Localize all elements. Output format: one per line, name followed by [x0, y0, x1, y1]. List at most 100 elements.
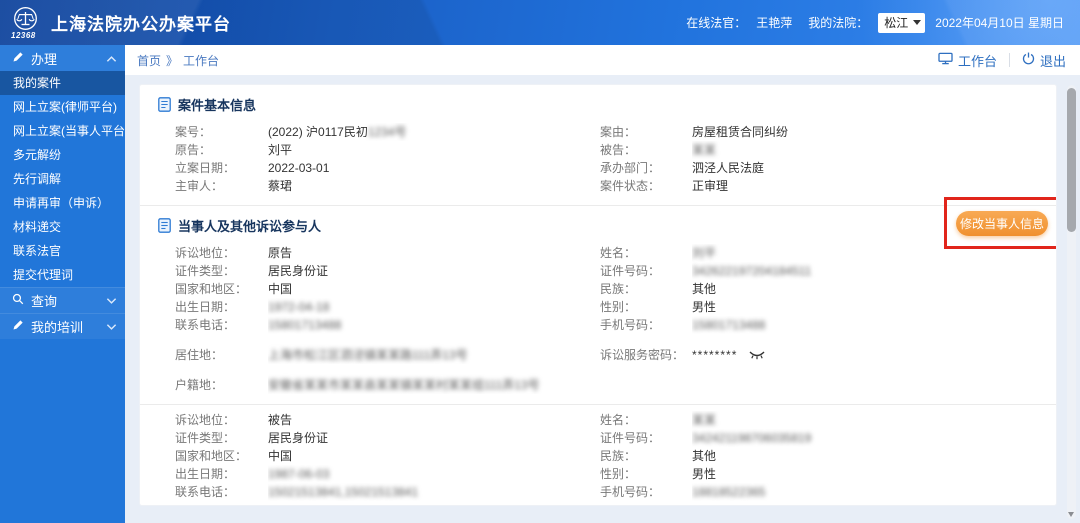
field-label: 户籍地： [175, 378, 224, 392]
field-value: 其他 [692, 282, 717, 296]
sidebar-item[interactable]: 多元解纷 [0, 143, 125, 167]
scrollbar-thumb[interactable] [1067, 88, 1076, 232]
field-value: 其他 [692, 449, 717, 463]
field-label: 出生日期： [175, 300, 236, 314]
header-user-info: 在线法官： 王艳萍 我的法院： 松江 2022年04月10日 星期日 [686, 12, 1080, 33]
section-title-text: 当事人及其他诉讼参与人 [178, 218, 322, 234]
field-value: 2022-03-01 [268, 161, 330, 175]
sidebar-group-label: 我的培训 [31, 320, 84, 335]
field-value: 蔡珺 [268, 179, 293, 193]
main-content: 案件基本信息 案号： (2022) 沪0117民初1234号 案由： 房屋租赁合同纠纷… [125, 75, 1080, 523]
pencil-icon [12, 51, 24, 66]
sidebar-group-peixun[interactable]: 我的培训 [0, 313, 125, 339]
sidebar-item[interactable]: 我的案件 [0, 71, 125, 95]
field-label: 诉讼服务密码： [600, 348, 685, 362]
field-label: 证件类型： [175, 431, 236, 445]
field-value: 1987-06-03 [268, 467, 330, 481]
field-label: 诉讼地位： [175, 246, 236, 260]
field-label: 诉讼地位： [175, 413, 236, 427]
sidebar-item[interactable]: 申请再审（申诉） [0, 191, 125, 215]
page: 12368 上海法院办公办案平台 在线法官： 王艳萍 我的法院： 松江 2022… [0, 0, 1080, 523]
field-label: 民族： [600, 449, 637, 463]
sidebar-group-label: 办理 [31, 51, 58, 67]
field-value: 被告 [268, 413, 293, 427]
annotation-highlight-box: 修改当事人信息 [944, 197, 1056, 249]
pencil-icon [12, 319, 24, 334]
breadcrumb-separator: 》 [166, 53, 179, 68]
online-judge-label: 在线法官： [686, 16, 747, 30]
field-value: 15801713488 [268, 318, 342, 332]
search-icon [12, 293, 24, 308]
field-label: 性别： [600, 300, 637, 314]
subbar-actions: 工作台 退出 [938, 51, 1066, 70]
field-label: 证件类型： [175, 264, 236, 278]
field-value: ******** [692, 334, 1056, 364]
sidebar-group-chaxun[interactable]: 查询 [0, 287, 125, 313]
field-label: 原告： [175, 143, 212, 157]
sidebar-item[interactable]: 提交代理词 [0, 263, 125, 287]
breadcrumb: 首页 》 工作台 [137, 52, 219, 69]
field-label: 国家和地区： [175, 282, 248, 296]
field-value: 某某 [692, 413, 717, 427]
sidebar-item[interactable]: 联系法官 [0, 239, 125, 263]
scrollbar-down-arrow[interactable] [1068, 512, 1074, 517]
court-select[interactable]: 松江 [878, 12, 926, 33]
vertical-divider [1008, 53, 1010, 67]
field-value: 原告 [268, 246, 293, 260]
sidebar: 办理 我的案件 网上立案(律师平台) 网上立案(当事人平台) 多元解纷 先行调解 申请再审… [0, 45, 129, 523]
field-value: 居民身份证 [268, 431, 329, 445]
sidebar-item[interactable]: 网上立案(当事人平台) [0, 119, 129, 143]
section-title-parties: 当事人及其他诉讼参与人 [140, 216, 1056, 234]
field-value: 15021513841,15021513841 [268, 485, 419, 499]
field-value: 1972-04-18 [268, 300, 330, 314]
field-value: 342421198706035819 [692, 431, 812, 445]
section-title-case-info: 案件基本信息 [140, 95, 1056, 113]
field-label: 联系电话： [175, 485, 236, 499]
field-value: 正审理 [692, 179, 729, 193]
chevron-down-icon [106, 293, 117, 308]
field-value: 刘平 [268, 143, 293, 157]
field-value [692, 364, 1056, 394]
party1-grid: 诉讼地位： 原告 姓名： 刘平 证件类型： 居民身份证 证件号码： 3426221972041… [140, 244, 1056, 404]
field-value: 泗泾人民法庭 [692, 161, 765, 175]
field-label: 国家和地区： [175, 449, 248, 463]
field-value: 中国 [268, 449, 293, 463]
online-judge-name: 王艳萍 [756, 16, 793, 30]
field-value: 18818522365 [692, 485, 766, 499]
field-label: 案件状态： [600, 179, 661, 193]
sidebar-item[interactable]: 先行调解 [0, 167, 125, 191]
field-label: 被告： [600, 143, 637, 157]
document-icon [158, 96, 171, 112]
field-label: 出生日期： [175, 467, 236, 481]
workbench-label: 工作台 [957, 53, 997, 69]
edit-party-info-button[interactable]: 修改当事人信息 [956, 210, 1048, 236]
my-court-label: 我的法院： [808, 16, 869, 30]
field-value: 上海市松江区泗泾镇某某路111弄13号 [268, 348, 468, 362]
sidebar-group-banli[interactable]: 办理 [0, 45, 125, 71]
party2-grid: 诉讼地位： 被告 姓名： 某某 证件类型： 居民身份证 证件号码： 3424211987060… [140, 405, 1056, 505]
field-value: 居民身份证 [268, 264, 329, 278]
logo-number: 12368 [11, 30, 36, 40]
logout-button[interactable]: 退出 [1022, 51, 1066, 70]
field-label: 案由： [600, 125, 637, 139]
field-value: 中国 [268, 282, 293, 296]
document-icon [158, 217, 171, 233]
sidebar-item[interactable]: 网上立案(律师平台) [0, 95, 125, 119]
breadcrumb-home[interactable]: 首页 [137, 52, 161, 69]
case-info-grid: 案号： (2022) 沪0117民初1234号 案由： 房屋租赁合同纠纷 原告： 刘平 被告… [140, 123, 1056, 205]
field-value: 342622197204184511 [692, 264, 812, 278]
field-label: 立案日期： [175, 161, 236, 175]
subbar: 首页 》 工作台 工作台 退出 [125, 45, 1080, 75]
sidebar-item[interactable]: 材料递交 [0, 215, 125, 239]
field-label: 主审人： [175, 179, 224, 193]
workbench-button[interactable]: 工作台 [938, 51, 997, 70]
eye-closed-icon[interactable] [749, 335, 765, 364]
app-header: 12368 上海法院办公办案平台 在线法官： 王艳萍 我的法院： 松江 2022… [0, 0, 1080, 45]
field-label: 姓名： [600, 246, 637, 260]
field-label: 证件号码： [600, 431, 661, 445]
scrollbar[interactable] [1067, 85, 1076, 519]
field-label: 民族： [600, 282, 637, 296]
case-detail-card: 案件基本信息 案号： (2022) 沪0117民初1234号 案由： 房屋租赁合同纠纷… [140, 85, 1056, 505]
field-label: 性别： [600, 467, 637, 481]
section-divider [140, 205, 1056, 206]
